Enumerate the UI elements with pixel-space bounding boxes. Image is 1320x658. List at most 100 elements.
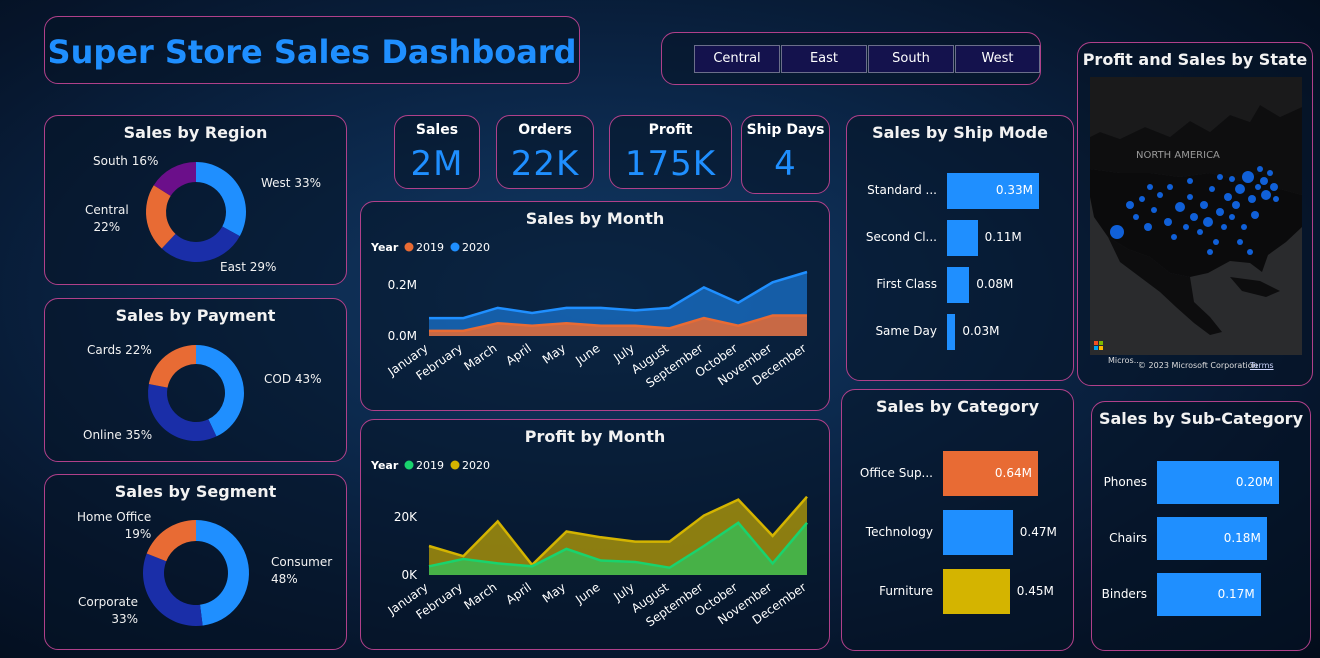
donut-slice-east[interactable] [161,226,240,262]
state-marker[interactable] [1229,176,1235,182]
state-map[interactable]: NORTH AMERICA [1090,77,1302,355]
state-marker[interactable] [1175,202,1185,212]
state-marker[interactable] [1247,249,1253,255]
state-marker[interactable] [1133,214,1139,220]
region-button-west[interactable]: West [955,45,1040,73]
state-marker[interactable] [1232,201,1240,209]
region-button-south[interactable]: South [868,45,954,73]
kpi-orders-title: Orders [518,122,572,138]
state-marker[interactable] [1197,229,1203,235]
bar-category-label: Phones [1103,474,1147,489]
state-marker[interactable] [1157,192,1163,198]
state-marker[interactable] [1270,183,1278,191]
state-marker[interactable] [1257,166,1263,172]
donut-slice-corporate[interactable] [143,553,203,626]
bar-furniture[interactable] [943,569,1010,614]
legend: Year 2019 2020 [370,241,490,254]
state-marker[interactable] [1209,186,1215,192]
state-marker[interactable] [1190,213,1198,221]
state-marker[interactable] [1261,190,1271,200]
x-tick-label: June [572,341,602,368]
state-marker[interactable] [1183,224,1189,230]
legend-label-2020: 2020 [462,459,490,472]
state-marker[interactable] [1248,195,1256,203]
state-marker[interactable] [1251,211,1259,219]
state-marker[interactable] [1126,201,1134,209]
state-marker[interactable] [1213,239,1219,245]
legend-marker-2019 [404,460,414,470]
bar-value-label: 0.45M [1016,583,1054,598]
state-marker[interactable] [1187,178,1193,184]
map-microsoft-logo-text: Micros... [1108,356,1142,365]
region-button-central[interactable]: Central [694,45,780,73]
bar-category-label: Office Sup... [859,465,933,480]
segment-label-corporate: Corporate 33% [78,595,138,626]
state-marker[interactable] [1167,184,1173,190]
segment-label-consumer: Consumer 48% [271,555,333,586]
sales-by-segment-panel: Sales by Segment Consumer 48% Corporate 33… [44,474,347,650]
sales-by-month-panel: Sales by Month Year 2019 2020 0.0M 0.2M Janua… [360,201,830,411]
legend-marker-2020 [450,242,460,252]
x-tick-label: May [540,341,568,367]
bar-value-label: 0.33M [995,183,1033,197]
state-marker[interactable] [1203,217,1213,227]
bar-value-label: 0.20M [1235,474,1273,489]
bar-second-cl[interactable] [947,220,978,256]
kpi-ship-days-title: Ship Days [746,122,825,138]
donut-slice-consumer[interactable] [196,520,250,626]
state-marker[interactable] [1110,225,1124,239]
sales-by-sub-category-panel: Sales by Sub-Category Phones 0.20M Chairs 0… [1091,401,1311,651]
bar-same-day[interactable] [947,314,956,350]
state-marker[interactable] [1217,174,1223,180]
map-terms-link[interactable]: Terms [1250,361,1274,370]
state-marker[interactable] [1151,207,1157,213]
state-marker[interactable] [1216,208,1224,216]
kpi-profit-title: Profit [648,122,693,138]
state-marker[interactable] [1221,224,1227,230]
x-tick-label: April [503,341,534,368]
bar-category-label: Technology [865,524,933,539]
donut-slice-cards[interactable] [148,345,196,388]
kpi-sales-value: 2M [410,144,464,184]
x-tick-label: March [461,580,499,612]
state-marker[interactable] [1255,184,1261,190]
state-marker[interactable] [1144,223,1152,231]
state-marker[interactable] [1207,249,1213,255]
state-marker[interactable] [1229,214,1235,220]
state-marker[interactable] [1200,201,1208,209]
state-marker[interactable] [1139,196,1145,202]
sales-by-month-chart: Year 2019 20200.0M0.2MJanuaryFebruaryMarch… [370,241,809,391]
bar-first-class[interactable] [947,267,970,303]
state-marker[interactable] [1187,194,1193,200]
profit-by-month-chart: Year 2019 20200K20KJanuaryFebruaryMarch Apr… [370,459,809,630]
state-marker[interactable] [1241,224,1247,230]
donut-slice-home-office[interactable] [146,520,196,562]
region-label-west: West 33% [261,176,321,190]
payment-label-cards: Cards 22% [87,343,152,357]
donut-slice-online[interactable] [148,384,217,441]
y-tick-label: 0K [401,568,418,582]
state-marker[interactable] [1164,218,1172,226]
region-button-east[interactable]: East [781,45,867,73]
state-marker[interactable] [1260,177,1268,185]
x-tick-label: April [503,580,534,607]
sales-by-category-title: Sales by Category [875,397,1039,416]
state-marker[interactable] [1171,234,1177,240]
state-marker[interactable] [1237,239,1243,245]
legend-label-2019: 2019 [416,241,444,254]
kpi-ship-days-value: 4 [774,144,797,184]
state-marker[interactable] [1235,184,1245,194]
state-marker[interactable] [1273,196,1279,202]
kpi-orders-card: Orders 22K [496,115,594,189]
legend-title: Year [370,241,399,254]
sales-by-payment-panel: Sales by Payment COD 43% Online 35% Card… [44,298,347,462]
state-marker[interactable] [1267,170,1273,176]
kpi-ship-days-card: Ship Days 4 [741,115,830,194]
bar-technology[interactable] [943,510,1013,555]
region-label-south: South 16% [93,154,159,168]
state-marker[interactable] [1242,171,1254,183]
donut-slice-west[interactable] [196,162,247,237]
bar-category-label: First Class [876,277,937,291]
state-marker[interactable] [1147,184,1153,190]
state-marker[interactable] [1224,193,1232,201]
